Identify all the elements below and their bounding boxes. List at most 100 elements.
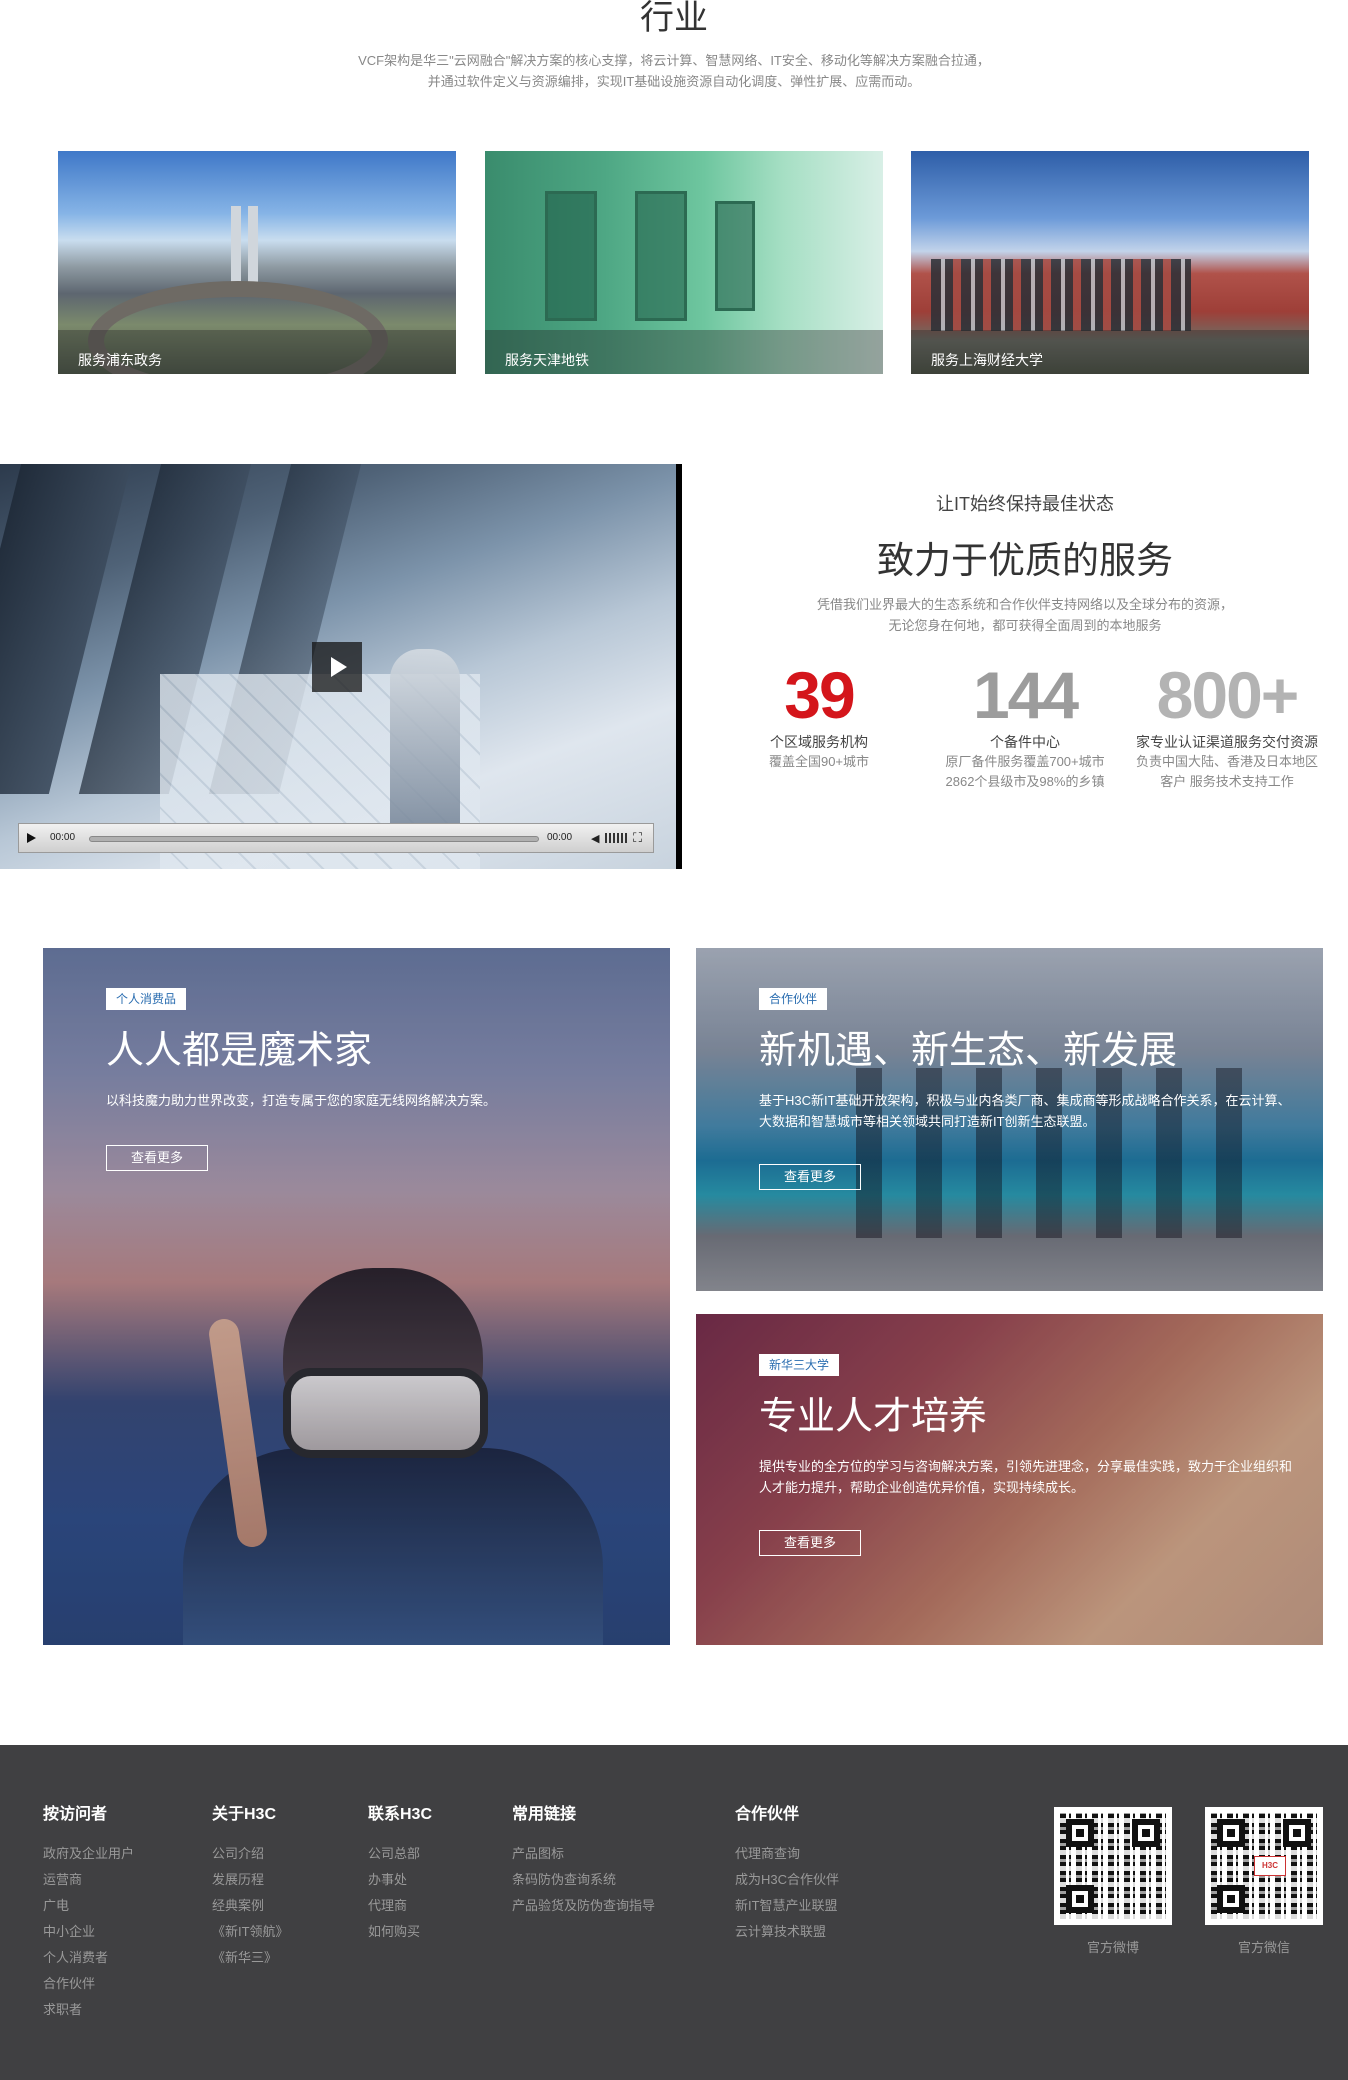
stat-label: 个备件中心 (990, 734, 1060, 750)
qr-finder (1217, 1819, 1245, 1847)
footer-link[interactable]: 产品图标 (512, 1841, 655, 1867)
stat-number: 144 (972, 658, 1079, 732)
tile-tag: 合作伙伴 (759, 988, 828, 1010)
stat-spare-parts: 144 个备件中心 原厂备件服务覆盖700+城市 2862个县级市及98%的乡镇 (915, 658, 1135, 792)
footer-link[interactable]: 代理商 (368, 1893, 432, 1919)
stat-number: 39 (784, 658, 855, 732)
play-icon[interactable] (312, 642, 362, 692)
footer-link[interactable]: 成为H3C合作伙伴 (735, 1867, 839, 1893)
footer-link[interactable]: 经典案例 (212, 1893, 289, 1919)
qr-finder (1066, 1885, 1094, 1913)
stat-note: 2862个县级市及98%的乡镇 (945, 774, 1105, 789)
train-image-detail (715, 201, 755, 311)
tile-heading: 人人都是魔术家 (106, 1030, 373, 1072)
footer-column-title: 合作伙伴 (735, 1806, 800, 1823)
current-time: 00:00 (50, 832, 76, 843)
qr-code-icon (1060, 1813, 1166, 1919)
footer-link[interactable]: 公司介绍 (212, 1841, 289, 1867)
industry-card-university[interactable]: 服务上海财经大学 (911, 151, 1309, 374)
fullscreen-icon[interactable]: ⛶ (633, 830, 642, 846)
qr-code-icon: H3C (1211, 1813, 1317, 1919)
tile-partners[interactable]: 合作伙伴 新机遇、新生态、新发展 基于H3C新IT基础开放架构，积极与业内各类厂… (696, 948, 1323, 1291)
train-image-detail (545, 191, 597, 321)
person-detail (390, 649, 460, 839)
wechat-qr-code: H3C (1205, 1807, 1323, 1925)
qr-finder (1132, 1819, 1160, 1847)
qr-finder (1066, 1819, 1094, 1847)
tile-body: 以科技魔力助力世界改变，打造专属于您的家庭无线网络解决方案。 (106, 1093, 497, 1108)
footer-column-title: 联系H3C (368, 1806, 433, 1823)
train-image-detail (635, 191, 687, 321)
stat-note: 客户 服务技术支持工作 (1160, 774, 1294, 789)
footer-link[interactable]: 广电 (43, 1893, 134, 1919)
footer-column-partners: 合作伙伴 代理商查询 成为H3C合作伙伴 新IT智慧产业联盟 云计算技术联盟 (735, 1805, 839, 1945)
footer-column-title: 关于H3C (212, 1806, 277, 1823)
tile-more-button[interactable]: 查看更多 (106, 1145, 208, 1171)
play-icon[interactable] (27, 833, 36, 843)
footer-link[interactable]: 产品验货及防伪查询指导 (512, 1893, 655, 1919)
tile-heading: 新机遇、新生态、新发展 (759, 1030, 1178, 1072)
industry-desc-line-2: 并通过软件定义与资源编排，实现IT基础设施资源自动化调度、弹性扩展、应需而动。 (427, 74, 921, 89)
tile-more-button[interactable]: 查看更多 (759, 1164, 861, 1190)
footer-link[interactable]: 代理商查询 (735, 1841, 839, 1867)
service-desc-line-2: 无论您身在何地，都可获得全面周到的本地服务 (888, 618, 1162, 633)
footer-link[interactable]: 中小企业 (43, 1919, 134, 1945)
progress-track[interactable] (89, 836, 539, 842)
footer-link[interactable]: 办事处 (368, 1867, 432, 1893)
tile-university[interactable]: 新华三大学 专业人才培养 提供专业的全方位的学习与咨询解决方案，引领先进理念，分… (696, 1314, 1323, 1645)
qr-finder (1217, 1885, 1245, 1913)
footer-link[interactable]: 合作伙伴 (43, 1971, 134, 1997)
tile-tag: 个人消费品 (106, 988, 187, 1010)
footer-link[interactable]: 政府及企业用户 (43, 1841, 134, 1867)
site-footer: 按访问者 政府及企业用户 运营商 广电 中小企业 个人消费者 合作伙伴 求职者 … (0, 1745, 1348, 2080)
qr-caption: 官方微博 (1086, 1940, 1139, 1955)
footer-link[interactable]: 运营商 (43, 1867, 134, 1893)
tile-body: 提供专业的全方位的学习与咨询解决方案，引领先进理念，分享最佳实践，致力于企业组织… (759, 1459, 1293, 1495)
stat-note: 覆盖全国90+城市 (768, 754, 870, 769)
stat-service-centers: 39 个区域服务机构 覆盖全国90+城市 (709, 658, 929, 772)
service-subtitle: 让IT始终保持最佳状态 (936, 494, 1114, 514)
industry-card-caption: 服务上海财经大学 (911, 330, 1309, 374)
industry-card-pudong[interactable]: 服务浦东政务 (58, 151, 456, 374)
footer-link[interactable]: 《新华三》 (212, 1945, 289, 1971)
building-image-detail (931, 259, 1191, 331)
qr-finder (1283, 1819, 1311, 1847)
footer-link[interactable]: 《新IT领航》 (212, 1919, 289, 1945)
footer-link[interactable]: 条码防伪查询系统 (512, 1867, 655, 1893)
weibo-qr-code (1054, 1807, 1172, 1925)
industry-card-caption: 服务天津地铁 (485, 330, 883, 374)
footer-link[interactable]: 求职者 (43, 1997, 134, 2023)
footer-link[interactable]: 发展历程 (212, 1867, 289, 1893)
footer-link[interactable]: 公司总部 (368, 1841, 432, 1867)
footer-link[interactable]: 如何购买 (368, 1919, 432, 1945)
footer-column-title: 按访问者 (43, 1806, 108, 1823)
industry-title: 行业 (640, 0, 708, 37)
tile-tag: 新华三大学 (759, 1354, 840, 1376)
industry-card-metro[interactable]: 服务天津地铁 (485, 151, 883, 374)
stat-label: 家专业认证渠道服务交付资源 (1136, 734, 1318, 750)
service-description: 凭借我们业界最大的生态系统和合作伙伴支持网络以及全球分布的资源， 无论您身在何地… (760, 594, 1290, 636)
industry-desc-line-1: VCF架构是华三"云网融合"解决方案的核心支撑，将云计算、智慧网络、IT安全、移… (358, 53, 990, 68)
stat-note: 原厂备件服务覆盖700+城市 (945, 754, 1105, 769)
tile-heading: 专业人才培养 (759, 1396, 988, 1438)
volume-icon[interactable]: ◀ (591, 832, 599, 845)
service-desc-line-1: 凭借我们业界最大的生态系统和合作伙伴支持网络以及全球分布的资源， (816, 597, 1233, 612)
duration: 00:00 (547, 832, 573, 843)
tile-consumer[interactable]: 个人消费品 人人都是魔术家 以科技魔力助力世界改变，打造专属于您的家庭无线网络解… (43, 948, 670, 1645)
volume-slider[interactable] (605, 833, 627, 843)
h3c-logo: H3C (1254, 1856, 1286, 1876)
qr-caption: 官方微信 (1237, 1940, 1290, 1955)
footer-link[interactable]: 云计算技术联盟 (735, 1919, 839, 1945)
industry-card-caption: 服务浦东政务 (58, 330, 456, 374)
footer-link[interactable]: 个人消费者 (43, 1945, 134, 1971)
stat-number: 800+ (1156, 658, 1300, 732)
stat-note: 负责中国大陆、香港及日本地区 (1135, 754, 1318, 769)
video-player[interactable] (0, 464, 682, 869)
industry-description: VCF架构是华三"云网融合"解决方案的核心支撑，将云计算、智慧网络、IT安全、移… (0, 50, 1348, 92)
footer-link[interactable]: 新IT智慧产业联盟 (735, 1893, 839, 1919)
footer-column-about: 关于H3C 公司介绍 发展历程 经典案例 《新IT领航》 《新华三》 (212, 1805, 289, 1971)
tile-more-button[interactable]: 查看更多 (759, 1530, 861, 1556)
stat-channels: 800+ 家专业认证渠道服务交付资源 负责中国大陆、香港及日本地区 客户 服务技… (1122, 658, 1332, 792)
footer-column-title: 常用链接 (512, 1806, 577, 1823)
service-title: 致力于优质的服务 (877, 540, 1173, 581)
